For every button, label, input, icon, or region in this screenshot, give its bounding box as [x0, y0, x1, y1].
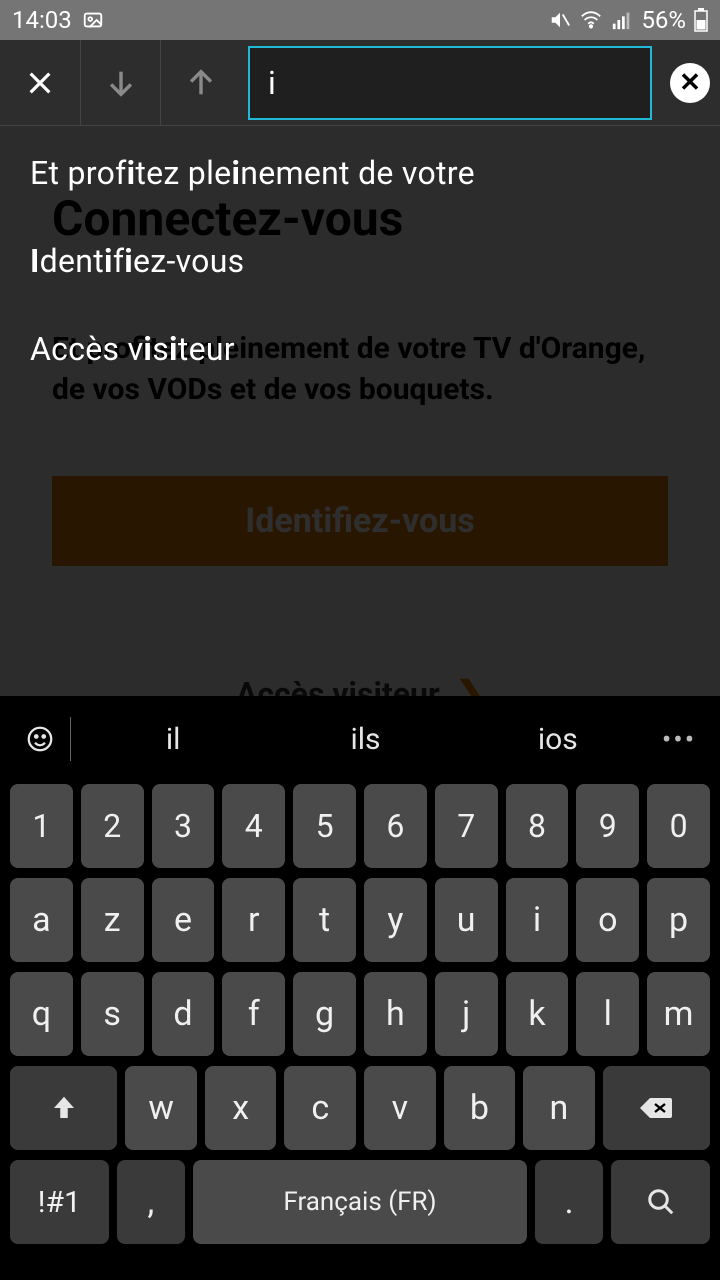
key-f[interactable]: f [222, 972, 285, 1056]
key-5[interactable]: 5 [293, 784, 356, 868]
key-y[interactable]: y [364, 878, 427, 962]
close-icon: ✕ [679, 68, 701, 98]
key-7[interactable]: 7 [435, 784, 498, 868]
find-input-container[interactable] [248, 46, 652, 120]
kb-row-bottom: !#1 , Français (FR) . [6, 1160, 714, 1244]
kb-more-button[interactable]: ••• [654, 723, 704, 756]
key-6[interactable]: 6 [364, 784, 427, 868]
match-result[interactable]: Accès visiteur [30, 330, 690, 368]
close-find-button[interactable] [0, 40, 80, 126]
kb-suggestion-row: il ils ios ••• [6, 704, 714, 774]
wifi-icon [579, 9, 603, 31]
divider [70, 717, 71, 761]
key-j[interactable]: j [435, 972, 498, 1056]
key-l[interactable]: l [576, 972, 639, 1056]
key-search[interactable] [611, 1160, 710, 1244]
kb-suggestion[interactable]: il [77, 722, 269, 757]
find-matches-overlay: Et profitez pleinement de votre Identifi… [0, 126, 720, 696]
kb-row-top: a z e r t y u i o p [6, 878, 714, 962]
key-r[interactable]: r [222, 878, 285, 962]
find-next-button[interactable] [80, 40, 160, 126]
key-3[interactable]: 3 [152, 784, 215, 868]
kb-suggestion[interactable]: ios [462, 722, 654, 757]
key-space[interactable]: Français (FR) [193, 1160, 527, 1244]
key-e[interactable]: e [152, 878, 215, 962]
key-w[interactable]: w [125, 1066, 197, 1150]
key-comma[interactable]: , [117, 1160, 185, 1244]
status-bar: 14:03 56% [0, 0, 720, 40]
key-u[interactable]: u [435, 878, 498, 962]
match-result[interactable]: Et profitez pleinement de votre [30, 154, 690, 192]
key-z[interactable]: z [81, 878, 144, 962]
key-h[interactable]: h [364, 972, 427, 1056]
key-4[interactable]: 4 [222, 784, 285, 868]
signal-icon [611, 9, 633, 31]
screenshot-icon [82, 9, 104, 31]
key-p[interactable]: p [647, 878, 710, 962]
key-c[interactable]: c [284, 1066, 356, 1150]
find-prev-button[interactable] [160, 40, 240, 126]
kb-row-home: q s d f g h j k l m [6, 972, 714, 1056]
key-d[interactable]: d [152, 972, 215, 1056]
clear-find-button[interactable]: ✕ [660, 40, 720, 126]
find-in-page-bar: ✕ [0, 40, 720, 126]
key-backspace[interactable] [603, 1066, 710, 1150]
match-result[interactable]: Identifiez-vous [30, 242, 690, 280]
key-dot[interactable]: . [535, 1160, 603, 1244]
key-symbols[interactable]: !#1 [10, 1160, 109, 1244]
key-s[interactable]: s [81, 972, 144, 1056]
soft-keyboard: il ils ios ••• 1 2 3 4 5 6 7 8 9 0 a z e… [0, 696, 720, 1280]
kb-suggestion[interactable]: ils [269, 722, 461, 757]
key-shift[interactable] [10, 1066, 117, 1150]
kb-row-numbers: 1 2 3 4 5 6 7 8 9 0 [6, 784, 714, 868]
battery-text: 56% [641, 6, 686, 34]
key-m[interactable]: m [647, 972, 710, 1056]
key-q[interactable]: q [10, 972, 73, 1056]
mute-icon [549, 9, 571, 31]
key-0[interactable]: 0 [647, 784, 710, 868]
key-g[interactable]: g [293, 972, 356, 1056]
key-t[interactable]: t [293, 878, 356, 962]
kb-row-bottom-letters: w x c v b n [6, 1066, 714, 1150]
key-1[interactable]: 1 [10, 784, 73, 868]
key-o[interactable]: o [576, 878, 639, 962]
find-input[interactable] [268, 64, 632, 102]
battery-icon [694, 8, 708, 32]
key-v[interactable]: v [364, 1066, 436, 1150]
key-9[interactable]: 9 [576, 784, 639, 868]
key-k[interactable]: k [506, 972, 569, 1056]
key-n[interactable]: n [523, 1066, 595, 1150]
key-x[interactable]: x [205, 1066, 277, 1150]
key-2[interactable]: 2 [81, 784, 144, 868]
key-b[interactable]: b [444, 1066, 516, 1150]
key-8[interactable]: 8 [506, 784, 569, 868]
status-time: 14:03 [12, 6, 72, 34]
emoji-button[interactable] [12, 724, 68, 754]
key-i[interactable]: i [506, 878, 569, 962]
key-a[interactable]: a [10, 878, 73, 962]
